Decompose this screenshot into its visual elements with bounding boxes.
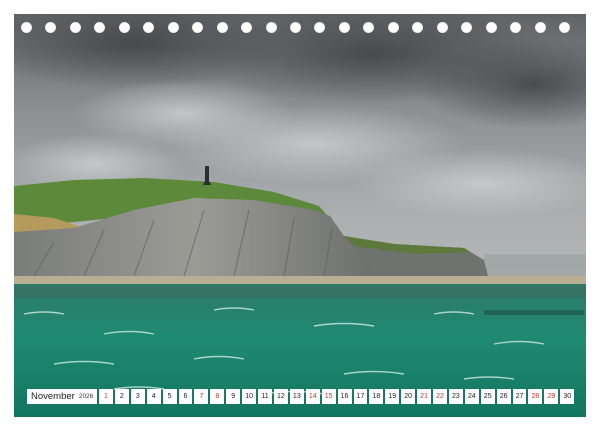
day-cell: 14 [305,389,320,404]
calendar-strip: November 2026 1 2 3 4 5 6 7 8 9 10 11 12 13 14 15 16 17 1… [27,389,575,404]
day-cell: 16 [337,389,352,404]
binding-hole [412,22,424,33]
day-cell: 27 [512,389,527,404]
binding-hole [485,22,497,33]
day-cells: 1 2 3 4 5 6 7 8 9 10 11 12 13 14 15 16 17 18 19 20 21 22 23 24 2… [99,389,575,404]
day-cell: 8 [210,389,225,404]
binding-hole [363,22,375,33]
year-label: 2026 [78,393,94,400]
day-cell: 19 [385,389,400,404]
binding-hole [216,22,228,33]
binding-hole [338,22,350,33]
day-cell: 1 [99,389,113,404]
day-cell: 17 [353,389,368,404]
binding-hole [94,22,106,33]
binding-hole [290,22,301,33]
day-cell: 22 [433,389,447,404]
day-cell: 11 [258,389,272,404]
binding-hole [118,22,130,33]
landscape-photo [14,14,586,417]
binding-hole [167,22,179,33]
binding-hole [143,22,155,33]
binding-hole [534,22,546,33]
binding-hole [461,22,473,33]
day-cell: 29 [544,389,559,404]
day-cell: 13 [289,389,304,404]
day-cell: 2 [114,389,129,404]
day-cell: 6 [178,389,193,404]
binding-hole [241,22,253,33]
day-cell: 3 [130,389,145,404]
binding-hole [436,22,448,33]
day-cell: 21 [417,389,432,404]
day-cell: 24 [464,389,479,404]
day-cell: 28 [528,389,543,404]
day-cell: 25 [480,389,495,404]
binding-hole [192,22,204,33]
binding-hole [387,22,399,33]
day-cell: 9 [226,389,241,404]
binding-hole [69,22,81,33]
spiral-binding [14,22,586,42]
binding-hole [21,22,32,33]
day-cell: 7 [194,389,209,404]
calendar-page: November 2026 1 2 3 4 5 6 7 8 9 10 11 12 13 14 15 16 17 1… [0,0,600,431]
binding-hole [510,22,522,33]
day-cell: 18 [369,389,384,404]
day-cell: 15 [321,389,336,404]
binding-hole [314,22,326,33]
day-cell: 10 [242,389,257,404]
day-cell: 5 [162,389,177,404]
day-cell: 26 [496,389,511,404]
day-cell: 30 [560,389,575,404]
day-cell: 12 [273,389,288,404]
binding-hole [559,22,570,33]
month-label-box: November 2026 [27,389,97,404]
day-cell: 4 [146,389,161,404]
day-cell: 20 [401,389,416,404]
binding-hole [265,22,277,33]
day-cell: 23 [448,389,463,404]
binding-hole [45,22,57,33]
month-name: November [31,391,75,402]
